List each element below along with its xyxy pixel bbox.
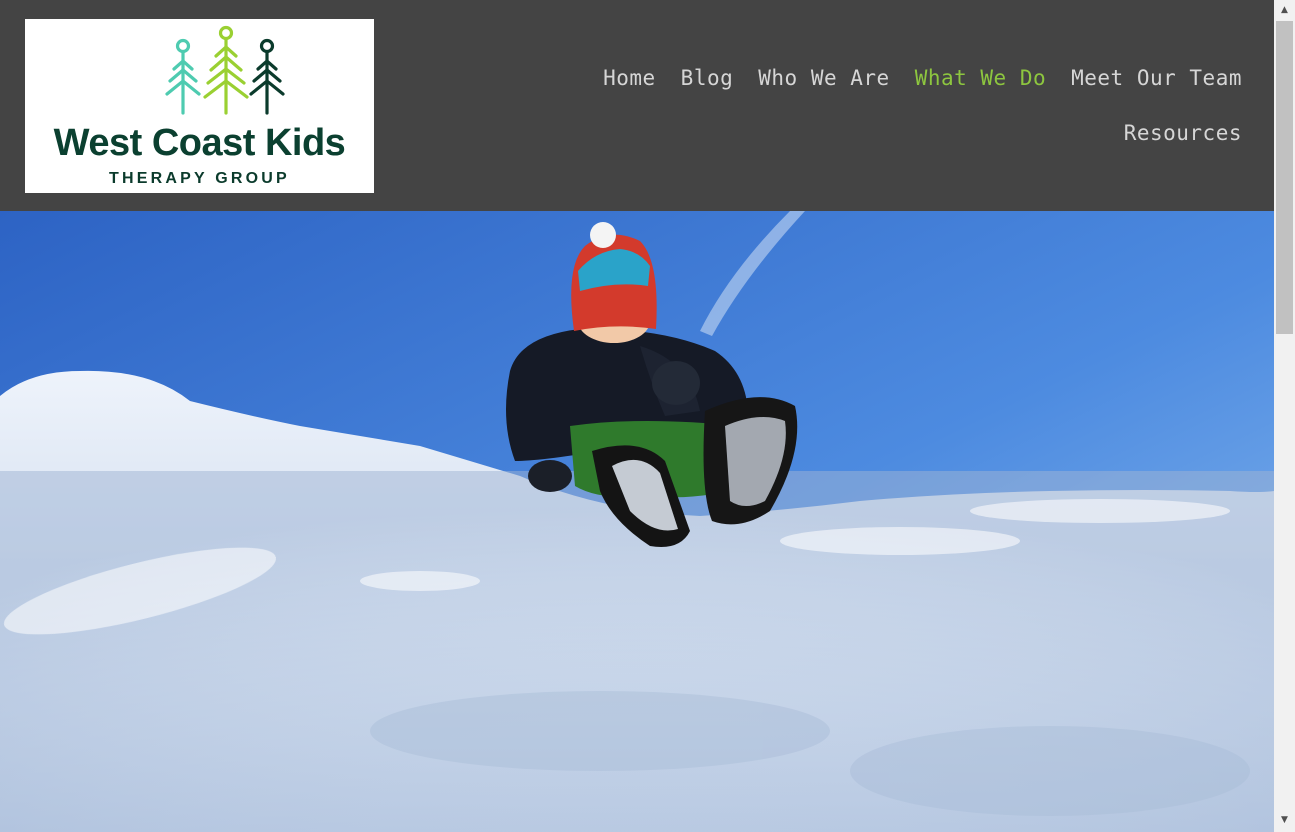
nav-item-meet-our-team[interactable]: Meet Our Team bbox=[1071, 66, 1242, 90]
nav-row-secondary: Resources bbox=[482, 115, 1242, 151]
three-trees-logo-icon bbox=[165, 25, 285, 115]
scrollbar-thumb[interactable] bbox=[1276, 21, 1293, 334]
nav-row-primary: Home Blog Who We Are What We Do Meet Our… bbox=[482, 60, 1242, 96]
child-sitting-on-snow-bank-photo bbox=[0, 211, 1274, 832]
logo-name: West Coast Kids bbox=[53, 122, 346, 164]
page-viewport: West Coast Kids THERAPY GROUP Home Blog … bbox=[0, 0, 1274, 832]
hero-image bbox=[0, 211, 1274, 832]
nav-item-what-we-do[interactable]: What We Do bbox=[915, 66, 1046, 90]
nav-item-who-we-are[interactable]: Who We Are bbox=[758, 66, 889, 90]
nav-item-blog[interactable]: Blog bbox=[681, 66, 734, 90]
scroll-up-arrow-icon[interactable]: ▲ bbox=[1274, 2, 1295, 19]
vertical-scrollbar[interactable]: ▲ ▼ bbox=[1274, 0, 1295, 832]
site-header: West Coast Kids THERAPY GROUP Home Blog … bbox=[0, 0, 1274, 211]
scroll-down-arrow-icon[interactable]: ▼ bbox=[1274, 812, 1295, 829]
logo-subtitle: THERAPY GROUP bbox=[109, 170, 290, 187]
main-navigation: Home Blog Who We Are What We Do Meet Our… bbox=[482, 60, 1242, 170]
site-logo[interactable]: West Coast Kids THERAPY GROUP bbox=[25, 19, 374, 193]
nav-item-resources[interactable]: Resources bbox=[1124, 121, 1242, 145]
nav-item-home[interactable]: Home bbox=[603, 66, 656, 90]
